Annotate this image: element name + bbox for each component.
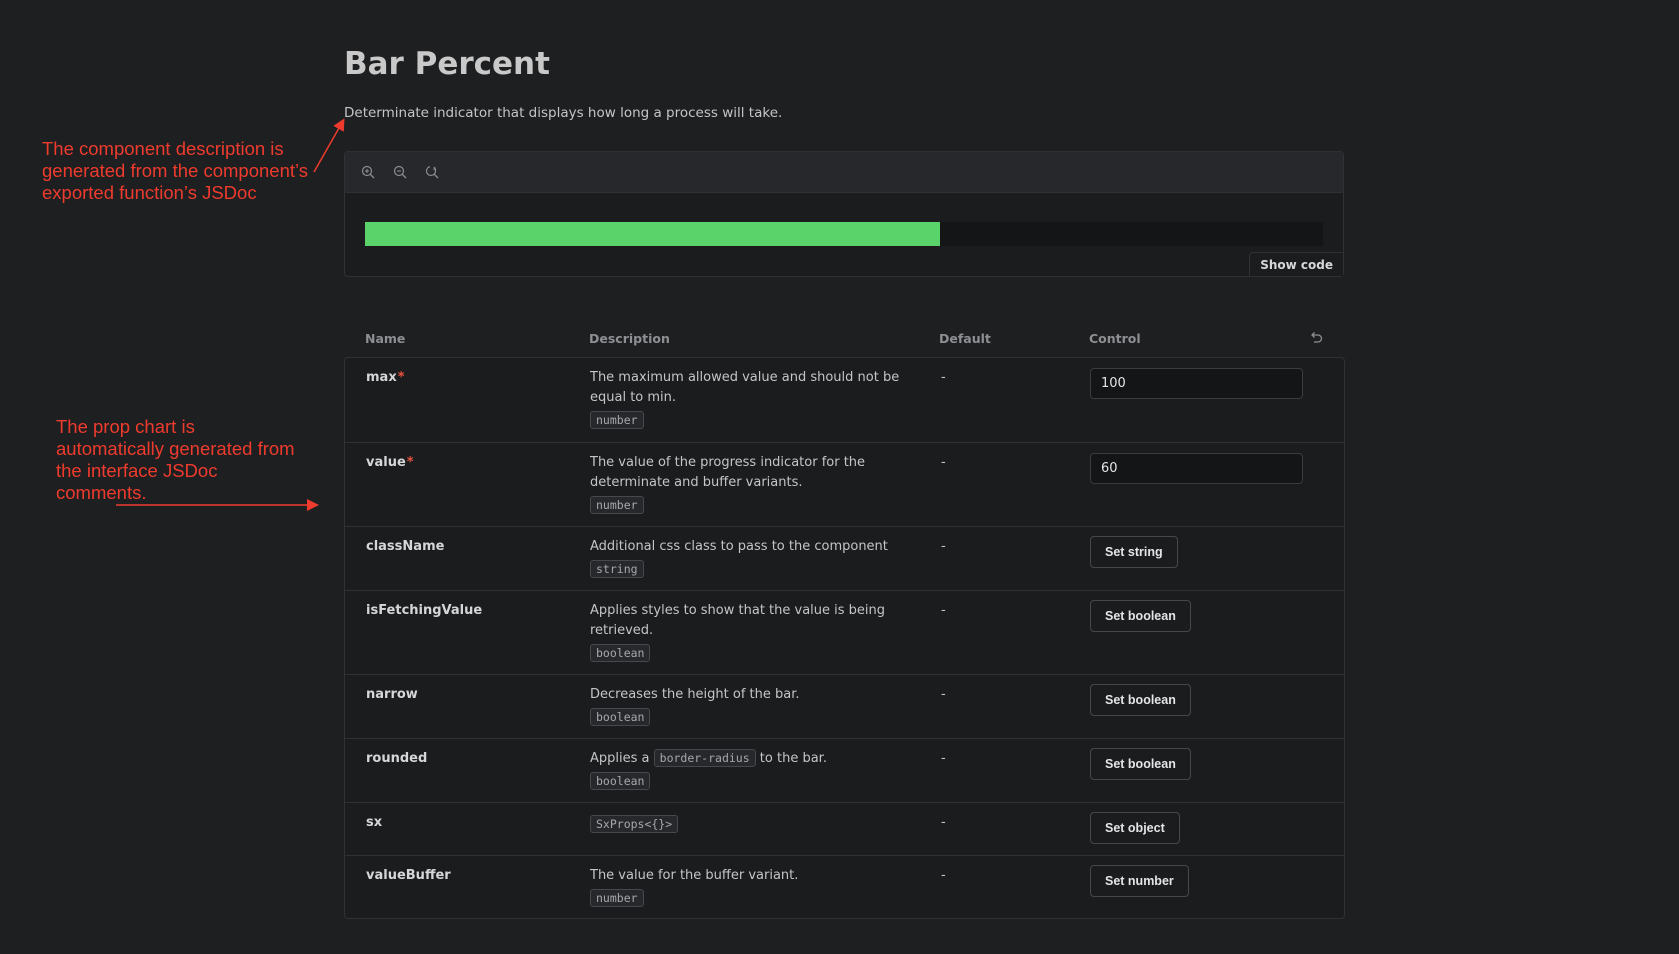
prop-default: - [941,868,946,883]
prop-name: isFetchingValue [366,603,483,618]
table-row: valueBuffer The value for the buffer var… [345,855,1344,918]
arrow-to-description [313,118,345,173]
table-row: max* The maximum allowed value and shoul… [345,358,1344,442]
prop-type: string [590,560,644,578]
prop-description: The value for the buffer variant. number [590,868,799,907]
props-table: max* The maximum allowed value and shoul… [344,357,1345,919]
prop-description: Applies styles to show that the value is… [590,603,886,662]
table-row: className Additional css class to pass t… [345,526,1344,590]
prop-type: boolean [590,772,651,790]
prop-description: Applies a border-radius to the bar. bool… [590,749,827,790]
set-string-button[interactable]: Set string [1090,536,1178,568]
prop-default: - [941,815,946,830]
prop-type: number [590,496,644,514]
table-row: rounded Applies a border-radius to the b… [345,738,1344,802]
prop-description: The maximum allowed value and should not… [590,370,900,429]
zoom-out-icon[interactable] [391,163,409,181]
table-row: isFetchingValue Applies styles to show t… [345,590,1344,674]
inline-code: border-radius [653,749,756,767]
table-row: sx SxProps<{}> - Set object [345,802,1344,855]
prop-name: max* [366,370,405,385]
prop-type: boolean [590,644,651,662]
bar-percent-track [365,222,1323,246]
props-table-header: Name Description Default Control [344,318,1344,358]
table-row: narrow Decreases the height of the bar. … [345,674,1344,738]
prop-default: - [941,539,946,554]
prop-description: SxProps<{}> [590,815,940,855]
bar-percent-fill [365,222,940,246]
set-boolean-button[interactable]: Set boolean [1090,684,1191,716]
description-annotation: The component description is generated f… [42,138,309,203]
set-boolean-button[interactable]: Set boolean [1090,748,1191,780]
reset-zoom-icon[interactable] [423,163,441,181]
prop-default: - [941,370,946,385]
value-input[interactable] [1090,453,1303,484]
prop-default: - [941,687,946,702]
undo-icon[interactable] [1308,330,1324,346]
set-boolean-button[interactable]: Set boolean [1090,600,1191,632]
header-name: Name [365,330,406,346]
preview-toolbar [345,152,1343,193]
page-description: Determinate indicator that displays how … [344,105,783,121]
prop-name: sx [366,815,383,830]
set-number-button[interactable]: Set number [1090,865,1189,897]
prop-description: The value of the progress indicator for … [590,455,866,514]
set-object-button[interactable]: Set object [1090,812,1180,844]
prop-default: - [941,751,946,766]
table-row: value* The value of the progress indicat… [345,442,1344,526]
prop-default: - [941,455,946,470]
prop-name: valueBuffer [366,868,451,883]
header-default: Default [939,330,991,346]
prop-type: boolean [590,708,651,726]
prop-name: value* [366,455,414,470]
prop-name: className [366,539,445,554]
max-input[interactable] [1090,368,1303,399]
prop-name: narrow [366,687,418,702]
prop-type: SxProps<{}> [590,815,679,833]
component-preview: Show code [344,151,1344,277]
prop-description: Decreases the height of the bar. boolean [590,687,800,726]
required-marker: * [397,370,405,385]
zoom-in-icon[interactable] [359,163,377,181]
prop-type: number [590,411,644,429]
page-title: Bar Percent [344,46,550,82]
prop-type: number [590,889,644,907]
prop-default: - [941,603,946,618]
show-code-button[interactable]: Show code [1249,252,1343,276]
prop-name: rounded [366,751,428,766]
required-marker: * [406,455,414,470]
prop-description: Additional css class to pass to the comp… [590,539,888,578]
propchart-annotation: The prop chart is automatically generate… [56,416,295,503]
header-description: Description [589,330,670,346]
header-control: Control [1089,330,1141,346]
